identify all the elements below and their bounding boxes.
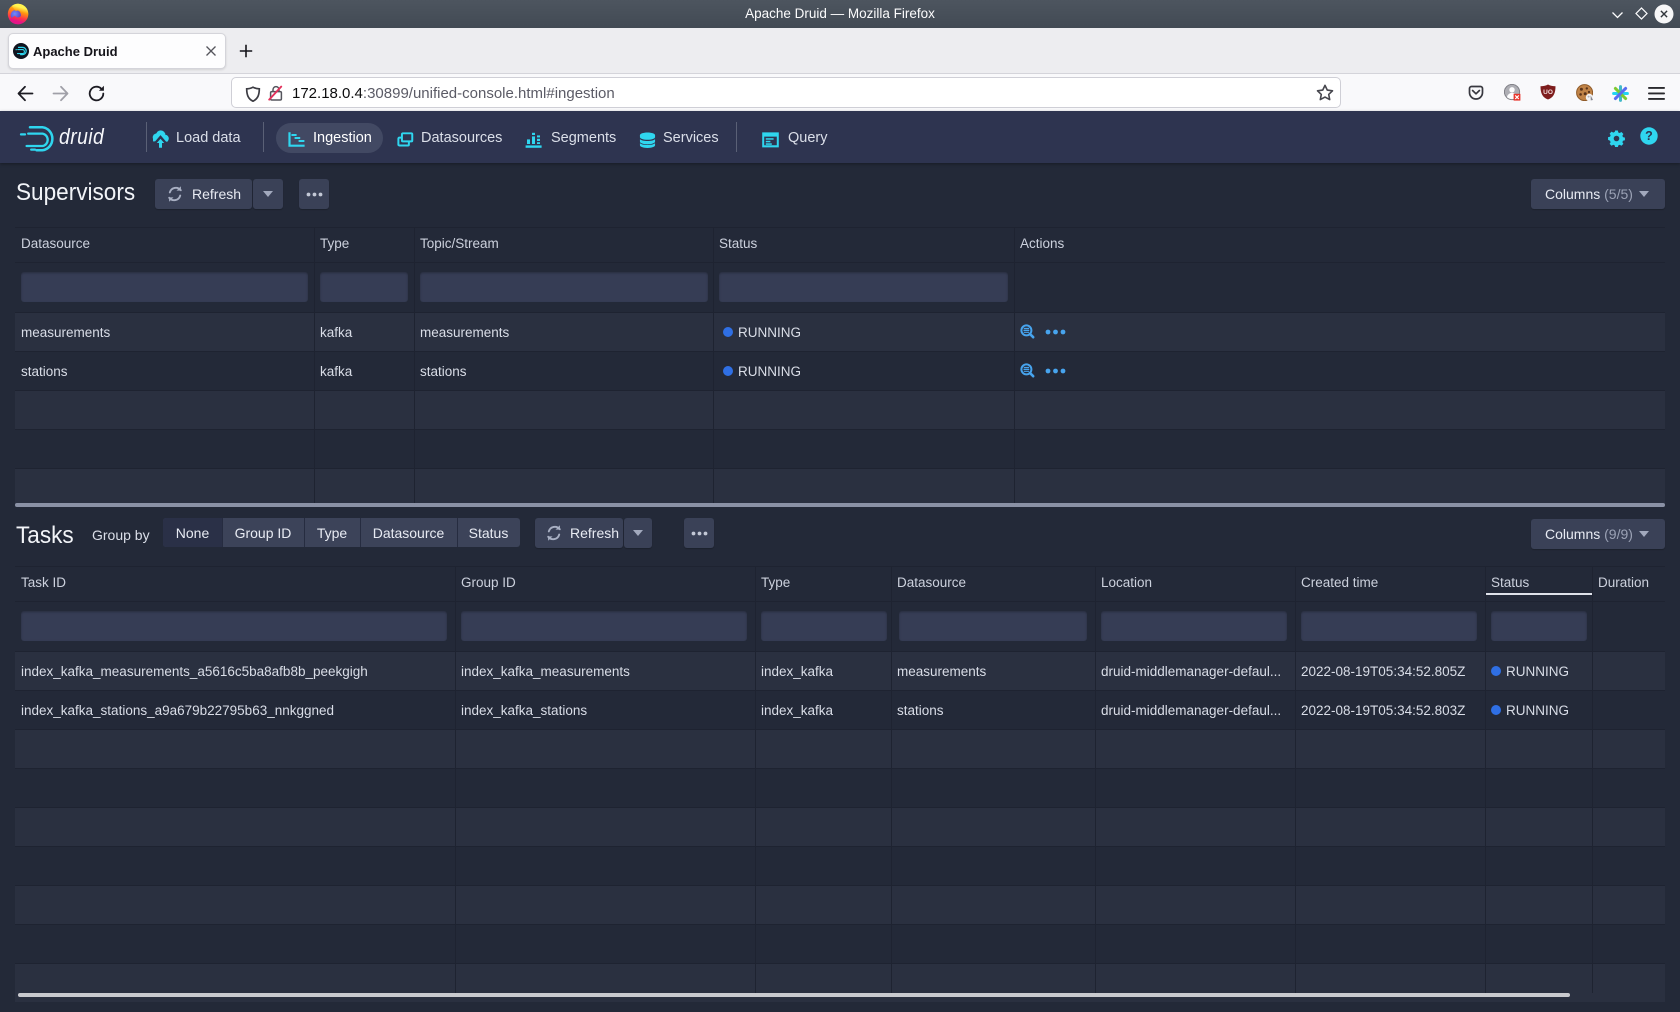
svg-text:UO: UO [1543,89,1553,96]
svg-text:?: ? [1645,129,1653,143]
